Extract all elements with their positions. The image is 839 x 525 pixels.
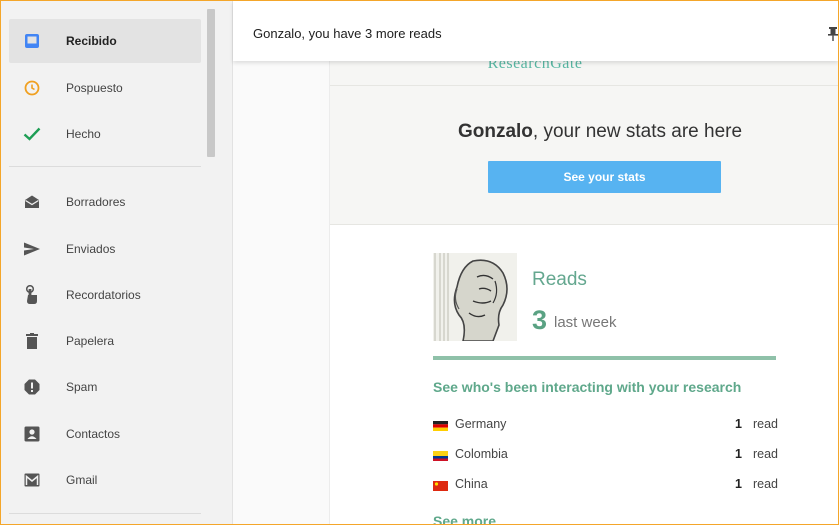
sidebar-item-label: Enviados (66, 242, 116, 256)
sidebar-item-papelera[interactable]: Papelera (9, 319, 201, 363)
country-name: China (455, 477, 488, 491)
country-name: Colombia (455, 447, 508, 461)
sidebar-item-gmail[interactable]: Gmail (9, 458, 201, 502)
germany-flag-icon (433, 420, 448, 431)
sidebar-item-hecho[interactable]: Hecho (9, 112, 201, 156)
sidebar-item-spam[interactable]: Spam (9, 365, 201, 409)
see-more-link[interactable]: See more (433, 513, 496, 524)
sidebar-item-recibido[interactable]: Recibido (9, 19, 201, 63)
sidebar-item-enviados[interactable]: Enviados (9, 227, 201, 271)
stats-headline: Gonzalo, your new stats are here (330, 121, 838, 143)
email-header-section: ResearchGate Gonzalo, your new stats are… (330, 55, 838, 225)
read-count: 1 (735, 417, 742, 431)
read-unit: read (752, 447, 778, 461)
sidebar-item-contactos[interactable]: Contactos (9, 412, 201, 456)
sidebar-item-label: Contactos (66, 427, 121, 441)
section-divider (433, 356, 776, 360)
read-count: 1 (735, 477, 742, 491)
sidebar-item-label: Borradores (66, 195, 126, 209)
read-count: 1 (735, 447, 742, 461)
drafts-icon (21, 191, 43, 213)
sidebar-item-pospuesto[interactable]: Pospuesto (9, 66, 201, 110)
send-icon (21, 238, 43, 260)
sidebar-divider (9, 166, 201, 167)
reads-count: 3 (532, 305, 548, 335)
message-pane: Gonzalo, you have 3 more reads ResearchG… (233, 1, 838, 524)
header-divider (330, 85, 838, 86)
reads-period: last week (554, 314, 617, 331)
sidebar-item-label: Gmail (66, 473, 98, 487)
headline-name: Gonzalo (457, 121, 533, 142)
reminder-icon (21, 284, 43, 306)
publication-thumbnail[interactable] (433, 253, 517, 341)
sidebar-item-label: Pospuesto (66, 81, 123, 95)
check-icon (21, 123, 43, 145)
list-item: Germany 1 read (433, 416, 778, 434)
sidebar-item-label: Recibido (66, 34, 117, 48)
inbox-icon (21, 30, 43, 52)
pin-icon[interactable] (828, 27, 838, 41)
sidebar-divider (9, 513, 201, 514)
headline-text: , your new stats are here (532, 121, 743, 142)
china-flag-icon (433, 480, 448, 491)
gmail-icon (21, 469, 43, 491)
clock-icon (21, 77, 43, 99)
email-body: ResearchGate Gonzalo, your new stats are… (329, 55, 838, 524)
read-unit: read (752, 417, 778, 431)
sidebar-scrollbar[interactable] (207, 9, 215, 157)
see-your-stats-button[interactable]: See your stats (488, 161, 721, 193)
country-name: Germany (455, 417, 507, 431)
contacts-icon (21, 423, 43, 445)
trash-icon (21, 330, 43, 352)
email-subject: Gonzalo, you have 3 more reads (253, 26, 442, 41)
subject-header: Gonzalo, you have 3 more reads (233, 1, 838, 61)
colombia-flag-icon (433, 450, 448, 461)
sidebar-item-borradores[interactable]: Borradores (9, 180, 201, 224)
sidebar-item-label: Hecho (66, 127, 101, 141)
sidebar-item-label: Papelera (66, 334, 115, 348)
list-item: Colombia 1 read (433, 446, 778, 464)
sidebar-item-label: Spam (66, 380, 98, 394)
sidebar: Recibido Pospuesto Hecho Borradores Envi… (1, 1, 217, 524)
interacting-heading-link[interactable]: See who's been interacting with your res… (433, 379, 741, 395)
reads-title: Reads (532, 269, 587, 290)
sidebar-item-label: Recordatorios (66, 288, 141, 302)
app-window: Recibido Pospuesto Hecho Borradores Envi… (0, 0, 839, 525)
list-item: China 1 read (433, 476, 778, 494)
read-unit: read (752, 477, 778, 491)
spam-icon (21, 376, 43, 398)
sidebar-item-recordatorios[interactable]: Recordatorios (9, 273, 201, 317)
